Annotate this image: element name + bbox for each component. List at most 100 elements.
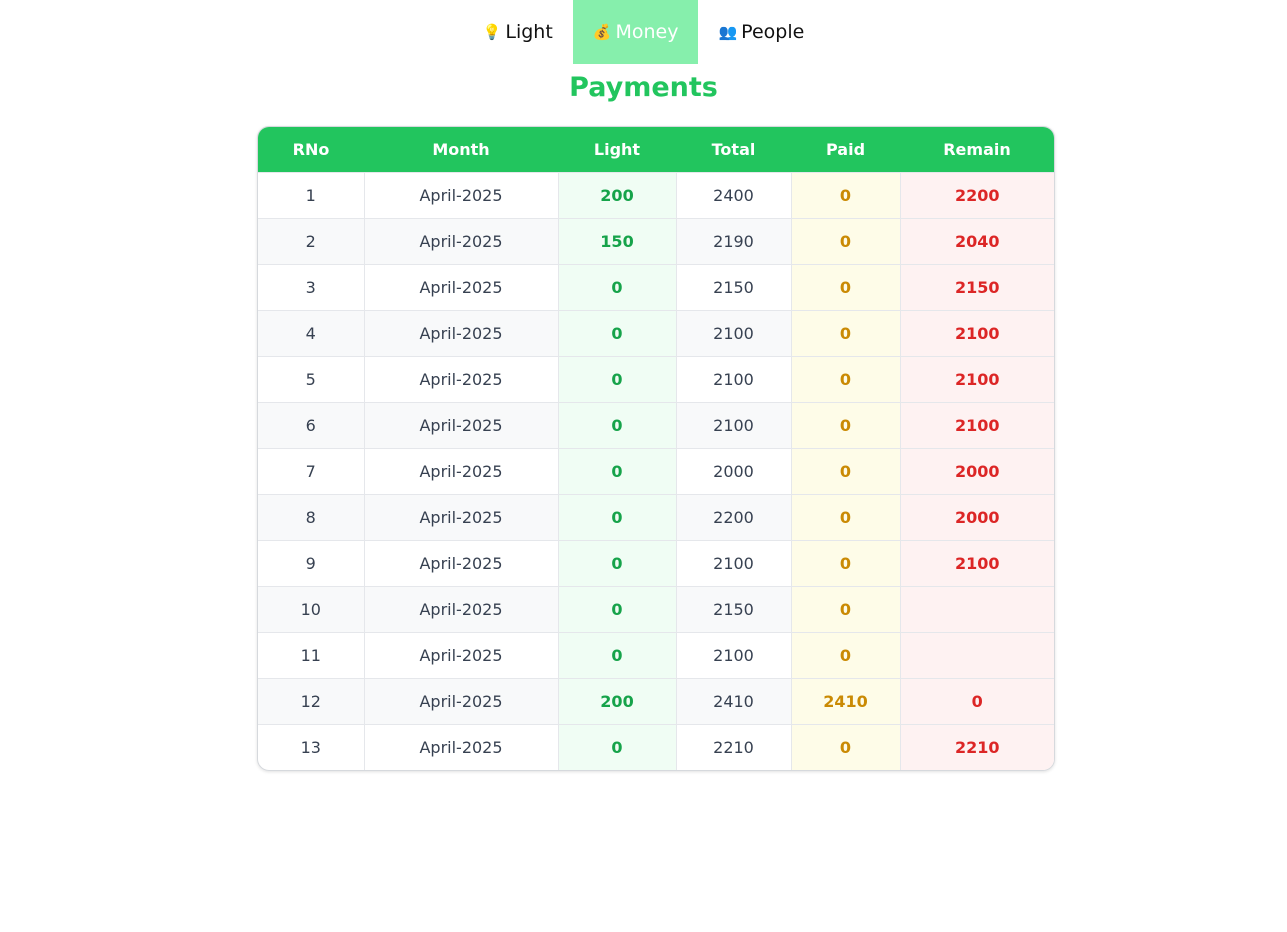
cell-total: 2200 [676,494,792,541]
cell-paid: 2410 [791,678,901,725]
column-header-rno: RNo [258,127,364,173]
cell-paid: 0 [791,356,901,403]
cell-remain: 2000 [900,494,1054,541]
cell-total: 2100 [676,632,792,679]
cell-light: 0 [558,448,677,495]
cell-paid: 0 [791,724,901,770]
table-row: 7 April-2025 0 2000 0 2000 [258,448,1054,495]
table-header-row: RNo Month Light Total Paid Remain [258,127,1054,173]
cell-month: April-2025 [364,586,559,633]
page-title: Payments [569,72,718,103]
cell-rno: 9 [258,540,365,587]
table-row: 2 April-2025 150 2190 0 2040 [258,218,1054,265]
cell-rno: 8 [258,494,365,541]
nav-item-light[interactable]: 💡 Light [463,0,573,64]
cell-total: 2410 [676,678,792,725]
cell-light: 0 [558,310,677,357]
cell-light: 200 [558,172,677,219]
nav-item-people[interactable]: 👥 People [698,0,824,64]
cell-remain: 2210 [900,724,1054,770]
nav-item-label: People [741,21,805,43]
cell-paid: 0 [791,218,901,265]
cell-rno: 1 [258,172,365,219]
cell-rno: 2 [258,218,365,265]
cell-paid: 0 [791,540,901,587]
nav-item-label: Money [615,21,679,43]
table-row: 1 April-2025 200 2400 0 2200 [258,172,1054,219]
cell-rno: 3 [258,264,365,311]
table-row: 3 April-2025 0 2150 0 2150 [258,264,1054,311]
cell-month: April-2025 [364,172,559,219]
cell-light: 0 [558,356,677,403]
cell-month: April-2025 [364,724,559,770]
cell-light: 0 [558,724,677,770]
cell-month: April-2025 [364,540,559,587]
cell-paid: 0 [791,632,901,679]
cell-rno: 6 [258,402,365,449]
cell-remain [900,586,1054,633]
cell-remain: 0 [900,678,1054,725]
cell-total: 2150 [676,264,792,311]
cell-light: 200 [558,678,677,725]
cell-remain [900,632,1054,679]
cell-remain: 2100 [900,356,1054,403]
cell-light: 150 [558,218,677,265]
table-row: 11 April-2025 0 2100 0 [258,632,1054,679]
nav-item-label: Light [505,21,553,43]
cell-month: April-2025 [364,264,559,311]
table-row: 8 April-2025 0 2200 0 2000 [258,494,1054,541]
cell-total: 2210 [676,724,792,770]
cell-total: 2000 [676,448,792,495]
lightbulb-icon: 💡 [482,22,502,41]
cell-month: April-2025 [364,356,559,403]
table-row: 5 April-2025 0 2100 0 2100 [258,356,1054,403]
cell-month: April-2025 [364,448,559,495]
cell-paid: 0 [791,586,901,633]
top-nav: 💡 Light 💰 Money 👥 People [0,0,1287,64]
payments-table: RNo Month Light Total Paid Remain 1 April… [258,127,1054,770]
cell-month: April-2025 [364,494,559,541]
cell-rno: 4 [258,310,365,357]
people-icon: 👥 [718,22,738,41]
cell-light: 0 [558,540,677,587]
column-header-remain: Remain [900,127,1054,173]
table-row: 6 April-2025 0 2100 0 2100 [258,402,1054,449]
money-bag-icon: 💰 [592,22,612,41]
cell-month: April-2025 [364,218,559,265]
cell-rno: 5 [258,356,365,403]
cell-light: 0 [558,264,677,311]
column-header-light: Light [558,127,676,173]
cell-rno: 10 [258,586,365,633]
cell-month: April-2025 [364,402,559,449]
table-row: 12 April-2025 200 2410 2410 0 [258,678,1054,725]
cell-total: 2100 [676,402,792,449]
cell-remain: 2150 [900,264,1054,311]
cell-light: 0 [558,494,677,541]
cell-remain: 2100 [900,540,1054,587]
cell-paid: 0 [791,402,901,449]
cell-remain: 2200 [900,172,1054,219]
table-body: 1 April-2025 200 2400 0 2200 2 April-2025 150 219… [258,172,1054,770]
cell-remain: 2040 [900,218,1054,265]
cell-paid: 0 [791,310,901,357]
cell-paid: 0 [791,448,901,495]
cell-rno: 12 [258,678,365,725]
cell-paid: 0 [791,494,901,541]
column-header-month: Month [364,127,558,173]
cell-total: 2150 [676,586,792,633]
cell-rno: 11 [258,632,365,679]
payments-table-container: RNo Month Light Total Paid Remain 1 April… [257,126,1055,771]
cell-remain: 2000 [900,448,1054,495]
cell-rno: 7 [258,448,365,495]
cell-remain: 2100 [900,402,1054,449]
cell-month: April-2025 [364,632,559,679]
cell-rno: 13 [258,724,365,770]
cell-total: 2100 [676,540,792,587]
nav-item-money[interactable]: 💰 Money [572,0,699,64]
table-row: 9 April-2025 0 2100 0 2100 [258,540,1054,587]
cell-paid: 0 [791,264,901,311]
table-row: 4 April-2025 0 2100 0 2100 [258,310,1054,357]
table-row: 13 April-2025 0 2210 0 2210 [258,724,1054,770]
table-row: 10 April-2025 0 2150 0 [258,586,1054,633]
cell-month: April-2025 [364,310,559,357]
